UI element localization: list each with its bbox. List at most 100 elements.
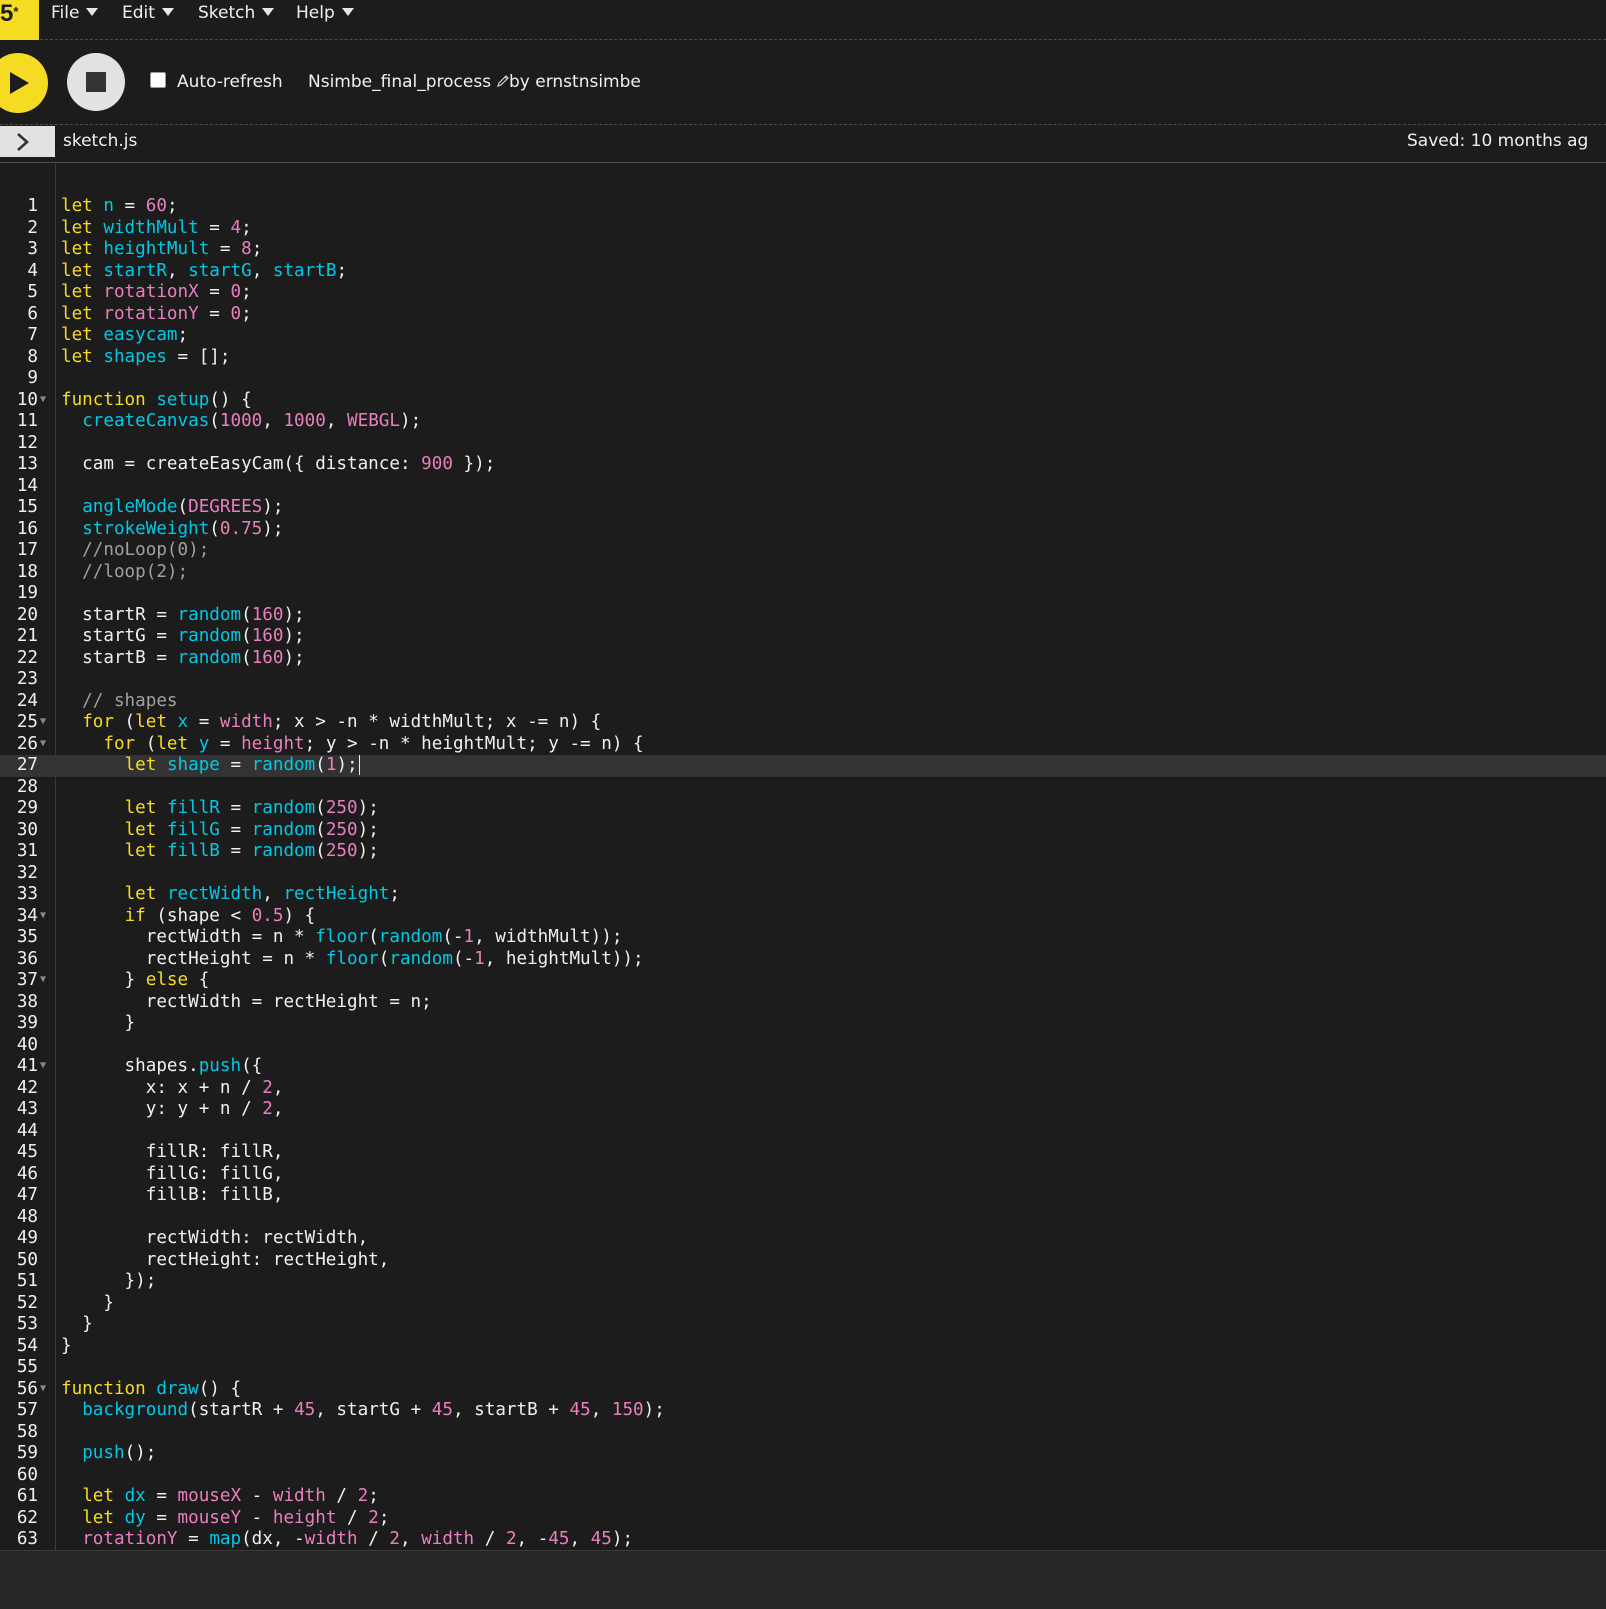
code-line[interactable]: 54} — [0, 1336, 1606, 1358]
code-line[interactable]: 55 — [0, 1357, 1606, 1379]
line-number: 38 — [16, 991, 38, 1012]
auto-refresh-toggle[interactable]: Auto-refresh — [150, 71, 283, 93]
code-line[interactable]: 36 rectHeight = n * floor(random(-1, hei… — [0, 949, 1606, 971]
line-number: 7 — [27, 325, 38, 345]
code-line[interactable]: 27 let shape = random(1); — [0, 755, 1606, 777]
code-line[interactable]: 53 } — [0, 1314, 1606, 1336]
code-line[interactable]: 44 — [0, 1121, 1606, 1143]
code-line[interactable]: 17 //noLoop(0); — [0, 540, 1606, 562]
code-line[interactable]: 39 } — [0, 1013, 1606, 1035]
code-line[interactable]: 56 ▼ function draw() { — [0, 1379, 1606, 1401]
code-line[interactable]: 1 let n = 60; — [0, 196, 1606, 218]
chevron-down-icon — [161, 8, 174, 16]
code-editor[interactable]: 1 let n = 60; 2 let widthMult = 4; 3 let heig… — [0, 164, 1606, 1550]
code-line[interactable]: 30 let fillG = random(250); — [0, 820, 1606, 842]
fold-toggle-icon[interactable]: ▼ — [40, 906, 46, 926]
code-line[interactable]: 48 — [0, 1207, 1606, 1229]
code-line[interactable]: 41 ▼ shapes.push({ — [0, 1056, 1606, 1078]
code-line[interactable]: 50 rectHeight: rectHeight, — [0, 1250, 1606, 1272]
code-line[interactable]: 6 let rotationY = 0; — [0, 304, 1606, 326]
code-line[interactable]: 13 cam = createEasyCam({ distance: 900 }… — [0, 454, 1606, 476]
code-line[interactable]: 28 — [0, 777, 1606, 799]
code-line[interactable]: 5 let rotationX = 0; — [0, 282, 1606, 304]
stop-button[interactable] — [67, 53, 125, 111]
code-line[interactable]: 37 ▼ } else { — [0, 970, 1606, 992]
project-name[interactable]: Nsimbe_final_process — [308, 71, 510, 93]
code-text: rectHeight = n * floor(random(-1, height… — [61, 948, 644, 969]
fold-toggle-icon[interactable]: ▼ — [40, 970, 46, 990]
code-line[interactable]: 14 — [0, 476, 1606, 498]
fold-toggle-icon[interactable]: ▼ — [40, 734, 46, 754]
code-line[interactable]: 19 — [0, 583, 1606, 605]
menu-edit[interactable]: Edit — [122, 0, 174, 28]
file-name[interactable]: sketch.js — [63, 131, 137, 151]
play-button[interactable] — [0, 53, 48, 113]
code-line[interactable]: 23 — [0, 669, 1606, 691]
code-text: shapes.push({ — [61, 1056, 263, 1076]
fold-toggle-icon[interactable]: ▼ — [40, 1379, 46, 1399]
owner-label[interactable]: by ernstnsimbe — [509, 71, 641, 93]
code-line[interactable]: 2 let widthMult = 4; — [0, 218, 1606, 240]
text-cursor — [358, 755, 361, 775]
code-line[interactable]: 24 // shapes — [0, 691, 1606, 713]
code-text: } — [61, 1292, 114, 1313]
code-line[interactable]: 57 background(startR + 45, startG + 45, … — [0, 1400, 1606, 1422]
code-line[interactable]: 51 }); — [0, 1271, 1606, 1293]
code-line[interactable]: 32 — [0, 863, 1606, 885]
code-text: angleMode(DEGREES); — [82, 497, 284, 517]
code-line[interactable]: 26 ▼ for (let y = height; y > -n * height… — [0, 734, 1606, 756]
line-number: 27 — [16, 755, 38, 775]
fold-toggle-icon[interactable]: ▼ — [40, 390, 46, 410]
code-line[interactable]: 59 push(); — [0, 1443, 1606, 1465]
code-line[interactable]: 31 let fillB = random(250); — [0, 841, 1606, 863]
code-line[interactable]: 42 x: x + n / 2, — [0, 1078, 1606, 1100]
code-line[interactable]: 38 rectWidth = rectHeight = n; — [0, 992, 1606, 1014]
code-line[interactable]: 11 createCanvas(1000, 1000, WEBGL); — [0, 411, 1606, 433]
fold-toggle-icon[interactable]: ▼ — [40, 712, 46, 732]
code-line[interactable]: 29 let fillR = random(250); — [0, 798, 1606, 820]
code-line[interactable]: 63 rotationY = map(dx, -width / 2, width… — [0, 1529, 1606, 1550]
code-text: rectWidth: rectWidth, — [61, 1228, 369, 1248]
code-line[interactable]: 18 //loop(2); — [0, 562, 1606, 584]
menu-help[interactable]: Help — [296, 0, 354, 28]
code-line[interactable]: 20 startR = random(160); — [0, 605, 1606, 627]
code-line[interactable]: 21 startG = random(160); — [0, 626, 1606, 648]
code-line[interactable]: 25 ▼ for (let x = width; x > -n * widthMu… — [0, 712, 1606, 734]
code-line[interactable]: 62 let dy = mouseY - height / 2; — [0, 1508, 1606, 1530]
code-line[interactable]: 10 ▼ function setup() { — [0, 390, 1606, 412]
code-line[interactable]: 45 fillR: fillR, — [0, 1142, 1606, 1164]
code-line[interactable]: 60 — [0, 1465, 1606, 1487]
code-line[interactable]: 46 fillG: fillG, — [0, 1164, 1606, 1186]
code-text: let startR, startG, startB; — [61, 260, 348, 281]
code-line[interactable]: 40 — [0, 1035, 1606, 1057]
line-number: 33 — [16, 884, 38, 904]
code-text: createCanvas(1000, 1000, WEBGL); — [82, 411, 422, 431]
code-line[interactable]: 58 — [0, 1422, 1606, 1444]
line-number: 25 — [16, 712, 38, 732]
menu-file[interactable]: File — [51, 0, 99, 28]
code-line[interactable]: 43 y: y + n / 2, — [0, 1099, 1606, 1121]
code-line[interactable]: 49 rectWidth: rectWidth, — [0, 1228, 1606, 1250]
code-line[interactable]: 52 } — [0, 1293, 1606, 1315]
toolbar: Auto-refresh Nsimbe_final_process by ern… — [0, 41, 1606, 125]
code-line[interactable]: 3 let heightMult = 8; — [0, 239, 1606, 261]
code-text: let widthMult = 4; — [61, 217, 252, 238]
p5-logo[interactable]: 5* — [0, 0, 39, 40]
code-line[interactable]: 9 — [0, 368, 1606, 390]
code-line[interactable]: 7 let easycam; — [0, 325, 1606, 347]
code-line[interactable]: 47 fillB: fillB, — [0, 1185, 1606, 1207]
code-line[interactable]: 33 let rectWidth, rectHeight; — [0, 884, 1606, 906]
expand-sidebar-button[interactable] — [0, 126, 55, 157]
menu-sketch[interactable]: Sketch — [198, 0, 275, 28]
code-line[interactable]: 4 let startR, startG, startB; — [0, 261, 1606, 283]
code-line[interactable]: 22 startB = random(160); — [0, 648, 1606, 670]
fold-toggle-icon[interactable]: ▼ — [40, 1056, 46, 1076]
code-line[interactable]: 8 let shapes = []; — [0, 347, 1606, 369]
code-line[interactable]: 16 strokeWeight(0.75); — [0, 519, 1606, 541]
code-line[interactable]: 15 angleMode(DEGREES); — [0, 497, 1606, 519]
code-line[interactable]: 12 — [0, 433, 1606, 455]
auto-refresh-checkbox[interactable] — [150, 72, 166, 88]
code-line[interactable]: 34 ▼ if (shape < 0.5) { — [0, 906, 1606, 928]
code-line[interactable]: 35 rectWidth = n * floor(random(-1, widt… — [0, 927, 1606, 949]
code-line[interactable]: 61 let dx = mouseX - width / 2; — [0, 1486, 1606, 1508]
